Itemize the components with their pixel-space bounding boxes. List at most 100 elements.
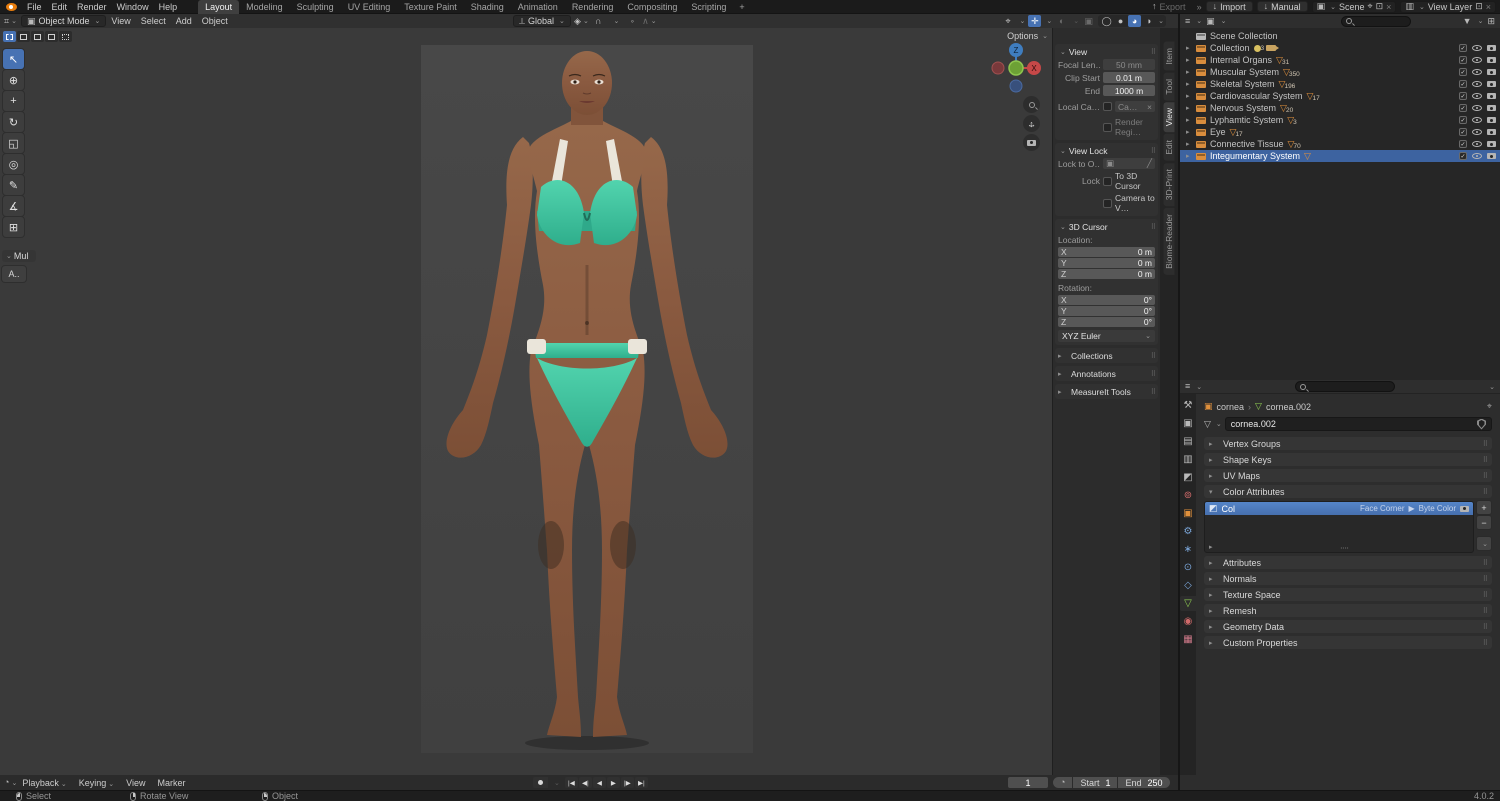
viewport-menu-item[interactable]: View [106,16,135,26]
transport-button[interactable]: |◀ [564,777,578,788]
disable-render-icon[interactable] [1487,117,1496,123]
properties-panel[interactable]: ▸ Custom Properties ⠿ [1204,636,1492,649]
copy-icon[interactable]: ⊡ [1475,2,1483,11]
snap-settings-dropdown[interactable]: ⌄ [609,15,622,27]
local-camera-checkbox[interactable] [1103,102,1112,111]
mode-dropdown[interactable]: ▣ Object Mode ⌄ [20,15,107,27]
select-mode-intersect[interactable] [59,31,72,42]
timeline-menu-item[interactable]: Playback ⌄ [17,778,71,788]
disclosure-icon[interactable]: ▸ [1186,56,1196,64]
properties-panel[interactable]: ▸ Remesh ⠿ [1204,604,1492,617]
hide-eye-icon[interactable] [1472,129,1482,135]
tool-button[interactable]: ↻ [3,112,24,132]
workspace-tab[interactable]: Rendering [565,0,621,14]
new-collection-button[interactable]: ⊞ [1487,16,1495,26]
properties-panel[interactable]: ▸ UV Maps ⠿ [1204,469,1492,482]
outliner-row[interactable]: ▸ Collection 3 ▽ ✓ [1180,42,1500,54]
orientation-dropdown[interactable]: ⟂ Global ⌄ [513,15,571,27]
tool-button[interactable]: ✎ [3,175,24,195]
outliner-row[interactable]: ▸ Cardiovascular System ▽ 17 ✓ [1180,90,1500,102]
menu-item[interactable]: Help [154,2,183,12]
cursor-rotation-field[interactable]: Z 0° [1058,317,1155,327]
properties-tab[interactable]: ▣ [1180,416,1196,431]
outliner-row[interactable]: ▸ Nervous System ▽ 20 ✓ [1180,102,1500,114]
color-attributes-list[interactable]: ◩ Col Face Corner ▶ Byte Color ▸ ⠤⠤ [1204,501,1474,553]
exclude-checkbox[interactable]: ✓ [1459,140,1467,148]
keying-dropdown[interactable]: ⌄ [554,779,560,787]
cursor-location-field[interactable]: Y0 m [1058,258,1155,268]
disable-render-icon[interactable] [1487,129,1496,135]
properties-tab[interactable]: ⊚ [1180,488,1196,503]
disclosure-icon[interactable]: ▸ [1186,140,1196,148]
pan-button[interactable]: ↔ ↕ [1023,115,1040,132]
properties-tab[interactable]: ◉ [1180,614,1196,629]
properties-tab[interactable]: ▥ [1180,452,1196,467]
disable-render-icon[interactable] [1487,153,1496,159]
copy-icon[interactable]: ⊡ [1376,2,1384,11]
use-preview-range-button[interactable]: ◔ [1053,777,1073,788]
scene-selector[interactable]: ▣ ⌄ Scene ⌖ ⊡ × [1311,0,1397,13]
transport-button[interactable]: ▶| [634,777,648,788]
properties-tab[interactable]: ∗ [1180,542,1196,557]
filter-funnel-icon[interactable]: ▼ [1463,16,1472,26]
disable-render-icon[interactable] [1487,141,1496,147]
outliner-row[interactable]: ▸ Eye ▽ 17 ✓ [1180,126,1500,138]
menu-item[interactable]: Window [112,2,154,12]
color-attribute-row[interactable]: ◩ Col Face Corner ▶ Byte Color [1205,502,1473,515]
viewport-3d[interactable]: Z X ↔ ↕ Options ⌄ ↖ ⊕ + ↻ ◱ ◎ ✎ ∡ ⊞ ⌄ Mu… [0,28,1178,775]
color-attribute-specials-menu[interactable]: ⌄ [1477,537,1491,550]
disable-render-icon[interactable] [1487,93,1496,99]
outliner-row[interactable]: ▸ Skeletal System ▽ 196 ✓ [1180,78,1500,90]
disclosure-icon[interactable]: ▸ [1186,68,1196,76]
remove-color-attribute-button[interactable]: − [1477,516,1491,529]
exclude-checkbox[interactable]: ✓ [1459,68,1467,76]
render-camera-icon[interactable] [1460,505,1469,512]
disclosure-icon[interactable]: ▸ [1186,128,1196,136]
cursor-location-field[interactable]: Z0 m [1058,269,1155,279]
properties-editor-icon[interactable]: ≡ [1185,382,1190,391]
workspace-tab[interactable]: Texture Paint [397,0,464,14]
shading-dropdown[interactable]: ⌄ [1158,17,1164,25]
shading-material-preview-button[interactable]: ◕ [1128,15,1142,27]
sidebar-tab[interactable]: View [1163,102,1175,133]
tool-button[interactable]: ◎ [3,154,24,174]
workspace-tab[interactable]: Sculpting [290,0,341,14]
hide-eye-icon[interactable] [1472,141,1482,147]
collapsed-panel[interactable]: ▸ MeasureIt Tools ⠿ [1055,384,1158,399]
outliner-search-input[interactable] [1340,15,1411,27]
workspace-tab[interactable]: Animation [511,0,565,14]
hide-eye-icon[interactable] [1472,105,1482,111]
tool-button[interactable]: ◱ [3,133,24,153]
sidebar-tab[interactable]: 3D-Print [1163,163,1175,207]
outliner-root-row[interactable]: Scene Collection [1180,30,1500,42]
properties-tab[interactable]: ▦ [1180,632,1196,647]
disclosure-icon[interactable]: ▸ [1186,104,1196,112]
timeline-menu-item[interactable]: Keying ⌄ [74,778,119,788]
sidebar-tab[interactable]: Tool [1163,72,1175,101]
tool-button[interactable]: ↖ [3,49,24,69]
pivot-point-dropdown[interactable]: ◈ ⌄ [574,15,589,27]
xray-toggle[interactable]: ◐ [1055,15,1068,27]
outliner-row[interactable]: ▸ Lyphamtic System ▽ 3 ✓ [1180,114,1500,126]
menu-item[interactable]: Render [72,2,112,12]
transport-button[interactable]: |▶ [620,777,634,788]
properties-tab[interactable]: ⚒ [1180,398,1196,413]
timeline-menu-item[interactable]: View⌄ [121,778,150,788]
hide-eye-icon[interactable] [1472,81,1482,87]
exclude-checkbox[interactable]: ✓ [1459,152,1467,160]
cursor-panel-header[interactable]: ⌄ 3D Cursor ⠿ [1058,221,1156,232]
properties-tab[interactable]: ▤ [1180,434,1196,449]
disclosure-icon[interactable]: ▸ [1186,80,1196,88]
collapsed-panel[interactable]: ▸ Annotations ⠿ [1055,366,1158,381]
view-panel-header[interactable]: ⌄ View ⠿ [1058,46,1156,57]
workspace-tab[interactable]: Modeling [239,0,290,14]
properties-panel[interactable]: ▸ Normals ⠿ [1204,572,1492,585]
properties-tab[interactable]: ▽ [1180,596,1196,611]
hide-eye-icon[interactable] [1472,93,1482,99]
hide-eye-icon[interactable] [1472,69,1482,75]
disable-render-icon[interactable] [1487,69,1496,75]
clip-start-field[interactable]: 0.01 m [1103,72,1155,83]
show-gizmo-button[interactable]: ⌖ [1002,15,1015,27]
import-button[interactable]: ↓ Import [1205,1,1253,12]
camera-view-button[interactable] [1023,134,1040,151]
